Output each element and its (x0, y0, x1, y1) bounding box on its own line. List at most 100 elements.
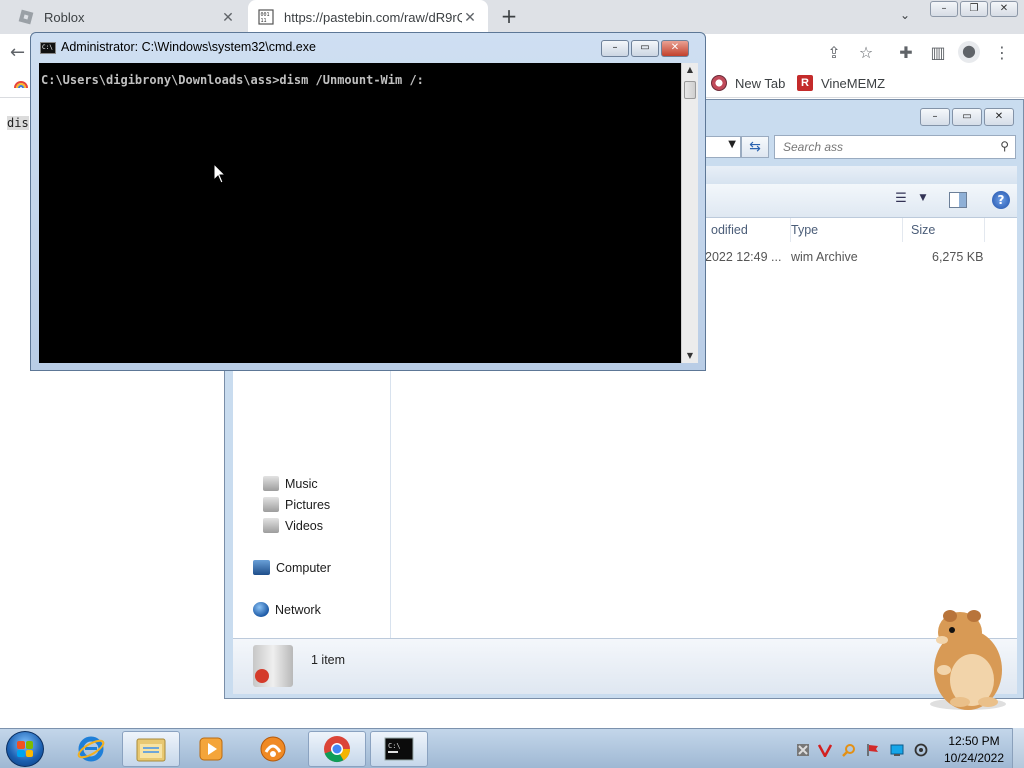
taskbar-media-player[interactable] (182, 731, 240, 767)
nav-item-network[interactable]: Network (253, 602, 321, 617)
explorer-window-controls: – ▭ ✕ (918, 108, 1014, 126)
search-placeholder: Search ass (783, 140, 844, 154)
chrome-icon (324, 736, 351, 763)
side-panel-icon[interactable]: ▥ (928, 43, 948, 63)
nav-item-music[interactable]: Music (263, 476, 318, 491)
tab-close-icon[interactable]: ✕ (220, 9, 236, 26)
cmd-scrollbar[interactable]: ▲ ▼ (681, 63, 698, 363)
clock-time[interactable]: 12:50 PM (946, 734, 1002, 748)
explorer-minimize-button[interactable]: – (920, 108, 950, 126)
nav-item-computer[interactable]: Computer (253, 560, 331, 575)
nav-item-label: Network (275, 602, 321, 617)
pastebin-favicon-icon: 001 11 (258, 9, 274, 25)
show-desktop-button[interactable] (1012, 728, 1024, 768)
minimize-button[interactable]: – (930, 1, 958, 17)
tray-network-monitor-icon[interactable] (890, 743, 904, 757)
tray-tools-icon[interactable] (796, 743, 810, 757)
svg-text:11: 11 (261, 18, 267, 24)
file-type-cell[interactable]: wim Archive (791, 250, 858, 264)
hamster-desktop-buddy-icon[interactable] (916, 604, 1008, 712)
column-header-type[interactable]: Type (783, 218, 903, 242)
view-options-icon[interactable]: ☰ (893, 191, 909, 211)
tray-v-antivirus-icon[interactable] (818, 743, 832, 757)
folder-icon (136, 738, 166, 762)
bookmark-star-icon[interactable]: ☆ (856, 43, 876, 63)
back-arrow-icon[interactable]: ← (10, 42, 25, 63)
music-library-icon (263, 476, 279, 491)
cmd-console[interactable]: C:\Users\digibrony\Downloads\ass>dism /U… (39, 63, 681, 363)
preview-pane-icon[interactable] (949, 192, 967, 208)
profile-avatar-icon[interactable]: ● (958, 41, 980, 63)
taskbar-chrome[interactable] (308, 731, 366, 767)
nav-item-label: Computer (276, 560, 331, 575)
vinememz-r-icon: R (797, 75, 813, 91)
apps-rainbow-icon[interactable] (14, 76, 28, 90)
tab-pastebin[interactable]: 001 11 https://pastebin.com/raw/dR9rQ ✕ (248, 0, 488, 34)
search-icon[interactable]: ⚲ (1000, 139, 1009, 153)
svg-text:C:\: C:\ (388, 742, 401, 750)
explorer-search-input[interactable]: Search ass ⚲ (774, 135, 1016, 159)
pictures-library-icon (263, 497, 279, 512)
cmd-close-button[interactable]: ✕ (661, 40, 689, 57)
tab-roblox[interactable]: Roblox ✕ (8, 0, 246, 34)
taskbar-cmd[interactable]: C:\ (370, 731, 428, 767)
extensions-puzzle-icon[interactable]: ✚ (896, 43, 916, 63)
address-dropdown-icon[interactable]: ▼ (728, 139, 736, 150)
cmd-app-icon[interactable]: C:\ (40, 42, 56, 54)
explorer-close-button[interactable]: ✕ (984, 108, 1014, 126)
menu-kebab-icon[interactable]: ⋮ (992, 43, 1012, 63)
bookmark-label: VineMEMZ (821, 75, 886, 91)
internet-explorer-icon (77, 736, 105, 762)
cmd-minimize-button[interactable]: – (601, 40, 629, 57)
help-icon[interactable]: ? (992, 191, 1010, 209)
nav-item-label: Music (285, 476, 318, 491)
console-line: C:\Users\digibrony\Downloads\ass>dism /U… (41, 73, 424, 87)
nav-item-label: Pictures (285, 497, 331, 512)
computer-icon (253, 560, 270, 575)
mouse-pointer-icon (213, 163, 227, 184)
tray-action-center-flag-icon[interactable] (866, 743, 880, 757)
browser-window-controls: – ❐ ✕ (928, 1, 1018, 17)
tray-search-icon[interactable] (842, 743, 856, 757)
explorer-maximize-button[interactable]: ▭ (952, 108, 982, 126)
tab-title: https://pastebin.com/raw/dR9rQ (284, 9, 462, 25)
file-size-cell[interactable]: 6,275 KB (932, 250, 983, 264)
tab-close-icon[interactable]: ✕ (462, 9, 478, 26)
column-header-modified[interactable]: odified (703, 218, 791, 242)
restore-button[interactable]: ❐ (960, 1, 988, 17)
tab-title: Roblox (44, 9, 85, 25)
tab-search-chevron-icon[interactable]: ⌄ (895, 8, 915, 26)
scroll-thumb[interactable] (684, 81, 696, 99)
nav-item-videos[interactable]: Videos (263, 518, 323, 533)
close-button[interactable]: ✕ (990, 1, 1018, 17)
refresh-icon[interactable]: ⇆ (741, 136, 769, 158)
videos-library-icon (263, 518, 279, 533)
share-icon[interactable]: ⇪ (824, 43, 844, 63)
file-modified-cell[interactable]: 2022 12:49 ... (705, 250, 781, 264)
scroll-down-arrow-icon[interactable]: ▼ (682, 349, 698, 363)
start-button[interactable] (6, 731, 44, 767)
view-dropdown-icon[interactable]: ▼ (917, 193, 929, 213)
cmd-window-controls: – ▭ ✕ (599, 40, 689, 57)
taskbar: C:\ (0, 728, 1024, 768)
cmd-maximize-button[interactable]: ▭ (631, 40, 659, 57)
taskbar-explorer[interactable] (122, 731, 180, 767)
nav-item-pictures[interactable]: Pictures (263, 497, 330, 512)
taskbar-app-orange[interactable] (244, 731, 302, 767)
new-tab-button[interactable]: + (498, 6, 520, 28)
tray-volume-icon[interactable] (914, 743, 928, 757)
page-content-text: dis (7, 116, 29, 130)
bookmark-new-tab[interactable]: New Tab (711, 75, 785, 91)
cmd-window-title: Administrator: C:\Windows\system32\cmd.e… (61, 40, 316, 54)
archive-badge-icon (255, 669, 269, 683)
orange-app-icon (260, 736, 286, 762)
network-globe-icon (253, 602, 269, 617)
clock-date[interactable]: 10/24/2022 (942, 751, 1006, 765)
address-bar[interactable]: ▼ (703, 136, 741, 158)
scroll-up-arrow-icon[interactable]: ▲ (682, 63, 698, 77)
cmd-window: C:\ Administrator: C:\Windows\system32\c… (30, 32, 706, 371)
column-header-size[interactable]: Size (903, 218, 985, 242)
taskbar-internet-explorer[interactable] (62, 731, 120, 767)
media-player-icon (199, 737, 223, 761)
bookmark-vinememz[interactable]: R VineMEMZ (797, 75, 885, 91)
